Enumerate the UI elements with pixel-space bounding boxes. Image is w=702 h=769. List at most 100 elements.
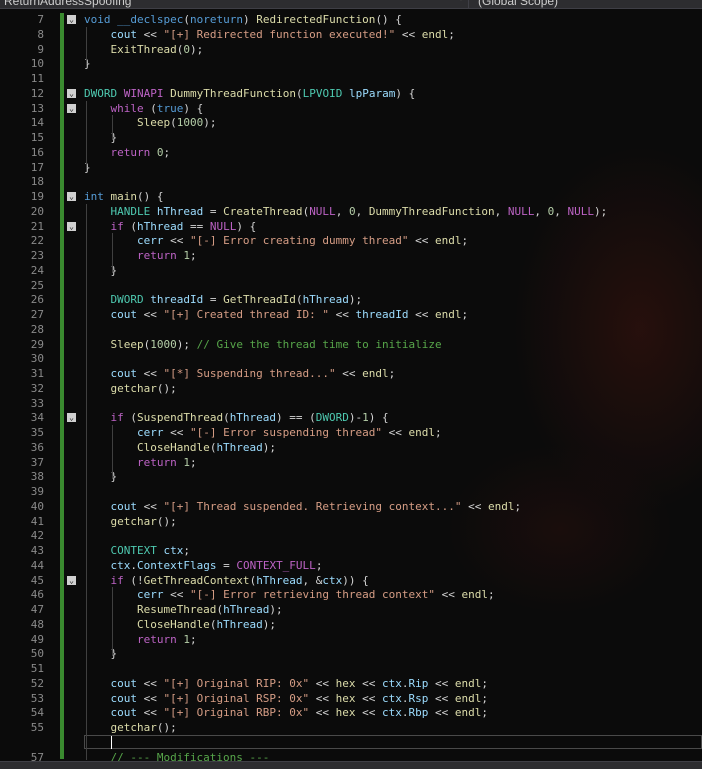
code-line[interactable]: 48 CloseHandle(hThread); xyxy=(0,617,702,632)
line-number: 24 xyxy=(30,263,44,277)
collapse-region-icon[interactable]: ⌄ xyxy=(67,413,76,423)
code-text: CONTEXT ctx; xyxy=(110,544,190,557)
collapse-region-icon[interactable]: ⌄ xyxy=(67,575,76,585)
code-line[interactable]: 22 cerr << "[-] Error creating dummy thre… xyxy=(0,233,702,248)
indent-guide xyxy=(112,233,114,273)
line-number: 34 xyxy=(30,411,44,425)
indent-guide xyxy=(86,203,87,760)
code-line[interactable]: 42 xyxy=(0,528,702,543)
line-number: 36 xyxy=(30,440,44,454)
line-number: 14 xyxy=(30,116,44,130)
code-text: CloseHandle(hThread); xyxy=(136,617,277,631)
indent-guide xyxy=(112,115,114,140)
line-number: 57 xyxy=(30,750,44,762)
code-line[interactable]: 55 getchar(); xyxy=(0,720,702,735)
line-number: 46 xyxy=(30,588,44,602)
line-number: 43 xyxy=(30,544,44,557)
code-line[interactable]: 15} xyxy=(0,130,702,145)
code-line[interactable]: 54 cout << "[+] Original RBP: 0x" << hex … xyxy=(0,705,702,720)
code-line[interactable]: 17} xyxy=(0,160,702,175)
collapse-region-icon[interactable]: ⌄ xyxy=(67,88,76,98)
line-number: 37 xyxy=(30,455,44,469)
code-editor[interactable]: 7 ⌄ void __declspec(noreturn) RedirectedFu… xyxy=(0,9,702,761)
code-text: Sleep(1000); // Give the thread time to … xyxy=(110,337,442,351)
code-line[interactable]: 43 CONTEXT ctx; xyxy=(0,543,702,558)
code-line[interactable]: 36 CloseHandle(hThread); xyxy=(0,440,702,455)
indent-guide xyxy=(112,587,114,657)
code-text: DWORD threadId = GetThreadId(hThread); xyxy=(110,293,363,307)
code-line[interactable]: 57 // --- Modifications --- xyxy=(0,750,702,762)
code-line[interactable]: 45 ⌄ if (!GetThreadContext(hThread, &ctx))… xyxy=(0,573,702,588)
code-text: getchar(); xyxy=(110,721,177,734)
code-text: } xyxy=(84,57,91,71)
code-line[interactable]: 37 return 1; xyxy=(0,455,702,470)
code-line[interactable]: 23 return 1; xyxy=(0,248,702,263)
code-line[interactable]: 18 xyxy=(0,174,702,189)
code-line[interactable]: 11 xyxy=(0,71,702,86)
code-line[interactable]: 8 cout << "[+] Redirected function execut… xyxy=(0,27,702,42)
line-number: 8 xyxy=(37,27,44,41)
code-line[interactable]: 39 xyxy=(0,484,702,499)
code-text: getchar(); xyxy=(110,514,177,528)
code-text: cout << "[+] Thread suspended. Retrievin… xyxy=(110,499,522,513)
code-line[interactable]: 53 cout << "[+] Original RSP: 0x" << hex … xyxy=(0,691,702,706)
code-line[interactable]: 27 cout << "[+] Created thread ID: " << t… xyxy=(0,307,702,322)
code-line[interactable]: 10} xyxy=(0,56,702,71)
code-line[interactable]: 7 ⌄ void __declspec(noreturn) RedirectedFu… xyxy=(0,12,702,27)
code-text: cerr << "[-] Error retrieving thread con… xyxy=(136,588,495,602)
code-text: HANDLE hThread = CreateThread(NULL, 0, D… xyxy=(110,204,608,218)
line-number: 39 xyxy=(30,485,44,498)
line-number: 35 xyxy=(30,426,44,439)
code-line[interactable]: 38} xyxy=(0,469,702,484)
collapse-region-icon[interactable]: ⌄ xyxy=(67,103,76,113)
code-line[interactable]: 29 Sleep(1000); // Give the thread time t… xyxy=(0,337,702,352)
collapse-region-icon[interactable]: ⌄ xyxy=(67,221,76,231)
code-line[interactable]: 24} xyxy=(0,263,702,278)
code-line[interactable]: 20 HANDLE hThread = CreateThread(NULL, 0,… xyxy=(0,204,702,219)
code-line[interactable]: 34 ⌄ if (SuspendThread(hThread) == (DWORD)… xyxy=(0,410,702,425)
scope-dropdown[interactable]: (Global Scope) xyxy=(478,0,558,8)
project-dropdown[interactable]: ReturnAddressSpoofing xyxy=(4,0,131,8)
code-line[interactable]: 41 getchar(); xyxy=(0,514,702,529)
code-line[interactable]: 26 DWORD threadId = GetThreadId(hThread); xyxy=(0,292,702,307)
line-number: 9 xyxy=(37,42,44,56)
code-line[interactable]: 14 Sleep(1000); xyxy=(0,115,702,130)
code-line[interactable]: 28 xyxy=(0,322,702,337)
code-line[interactable]: 47 ResumeThread(hThread); xyxy=(0,602,702,617)
line-number: 19 xyxy=(30,190,44,203)
code-line[interactable]: 31 cout << "[*] Suspending thread..." << … xyxy=(0,366,702,381)
code-line[interactable]: 51 xyxy=(0,661,702,676)
line-number: 49 xyxy=(30,632,44,646)
code-line[interactable]: 16 return 0; xyxy=(0,145,702,160)
code-line[interactable]: 50} xyxy=(0,646,702,661)
code-line[interactable]: 30 xyxy=(0,351,702,366)
code-line[interactable]: 25 xyxy=(0,278,702,293)
chevron-down-icon[interactable]: ▾ xyxy=(458,0,464,4)
code-line[interactable]: 21 ⌄ if (hThread == NULL) { xyxy=(0,219,702,234)
code-text: cout << "[+] Redirected function execute… xyxy=(110,27,455,41)
code-line[interactable]: 40 cout << "[+] Thread suspended. Retriev… xyxy=(0,499,702,514)
code-text: } xyxy=(110,470,118,484)
line-number: 21 xyxy=(30,219,44,233)
line-number: 22 xyxy=(30,234,44,248)
code-text: ctx.ContextFlags = CONTEXT_FULL; xyxy=(110,558,323,572)
code-line[interactable]: 19 ⌄ int main() { xyxy=(0,189,702,204)
code-line[interactable]: 33 xyxy=(0,396,702,411)
code-text: Sleep(1000); xyxy=(136,116,217,130)
indent-guide xyxy=(86,100,87,170)
code-line[interactable]: 12 ⌄ DWORD WINAPI DummyThreadFunction(LPVO… xyxy=(0,86,702,101)
collapse-region-icon[interactable]: ⌄ xyxy=(67,15,76,24)
code-line[interactable]: 49 return 1; xyxy=(0,632,702,647)
code-line[interactable]: 35 cerr << "[-] Error suspending thread" … xyxy=(0,425,702,440)
code-line[interactable]: 32 getchar(); xyxy=(0,381,702,396)
code-text: while (true) { xyxy=(110,101,204,115)
collapse-region-icon[interactable]: ⌄ xyxy=(67,192,76,201)
code-line[interactable]: 46 cerr << "[-] Error retrieving thread c… xyxy=(0,587,702,602)
code-text: return 1; xyxy=(136,249,197,262)
code-line[interactable]: 9 ExitThread(0); xyxy=(0,42,702,57)
code-line[interactable]: 13 ⌄ while (true) { xyxy=(0,101,702,116)
line-number: 53 xyxy=(30,691,44,705)
line-number: 32 xyxy=(30,381,44,395)
code-line[interactable]: 52 cout << "[+] Original RIP: 0x" << hex … xyxy=(0,676,702,691)
code-line[interactable]: 44 ctx.ContextFlags = CONTEXT_FULL; xyxy=(0,558,702,573)
